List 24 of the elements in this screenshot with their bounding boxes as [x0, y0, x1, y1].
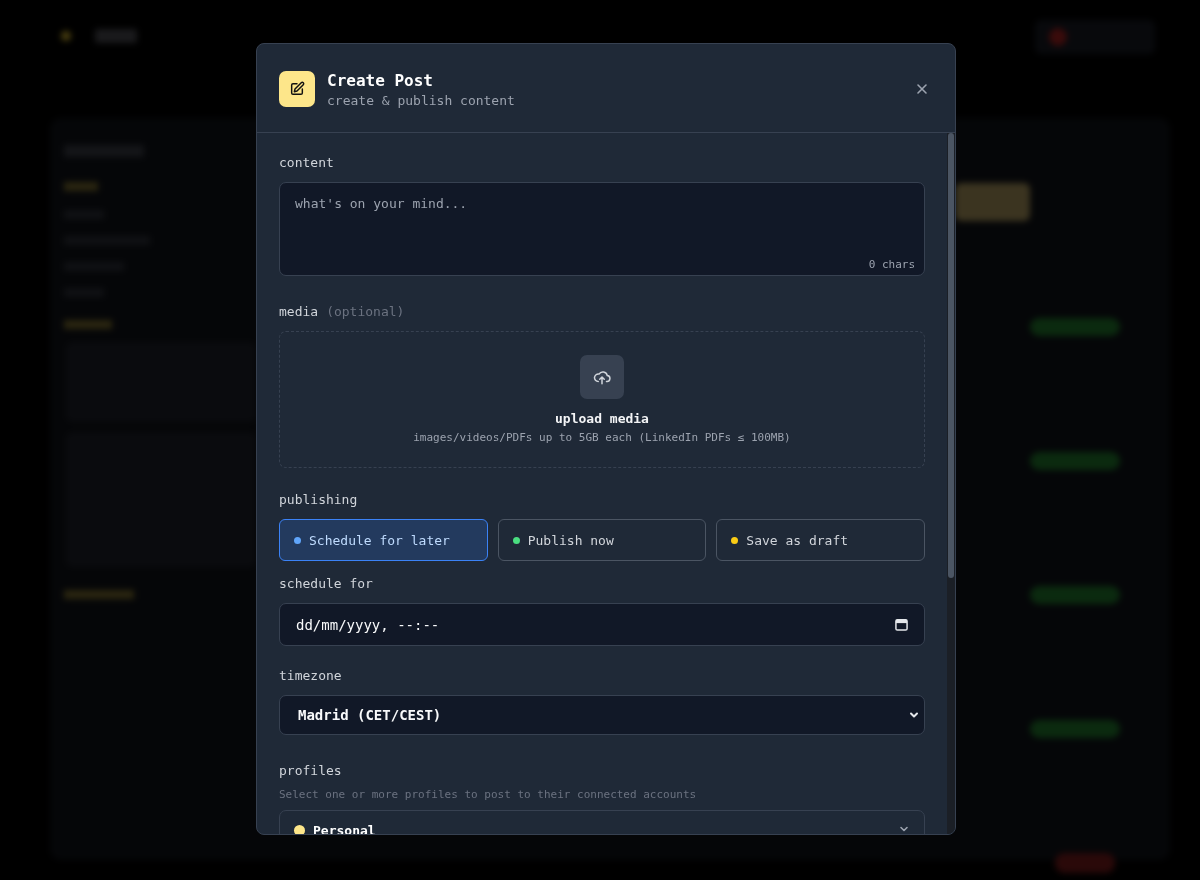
- field-label: profiles: [279, 763, 342, 778]
- field-label: timezone: [279, 668, 342, 683]
- char-counter: 0 chars: [868, 258, 915, 271]
- timezone-select[interactable]: Madrid (CET/CEST): [279, 695, 925, 735]
- upload-dropzone[interactable]: upload media images/videos/PDFs up to 5GB each (LinkedIn PDFs ≤ 100MB): [279, 331, 925, 468]
- field-label: schedule for: [279, 576, 373, 591]
- publishing-option[interactable]: Save as draft: [716, 519, 925, 561]
- cloud-upload-icon: [593, 368, 611, 386]
- upload-title: upload media: [555, 411, 649, 426]
- date-time-field[interactable]: dd/mm/yyyy, --:--: [279, 603, 925, 646]
- scrollbar-thumb[interactable]: [948, 133, 954, 578]
- close-icon: [915, 82, 929, 96]
- publishing-option[interactable]: Publish now: [497, 519, 707, 561]
- optional-hint: (optional): [326, 304, 405, 319]
- modal-subtitle: create & publish content: [327, 92, 516, 108]
- field-label: content: [279, 155, 334, 170]
- publishing-option[interactable]: Schedule for later: [279, 519, 488, 561]
- profiles-hint: Select one or more profiles to post to their connected accounts: [279, 788, 698, 801]
- field-label: media: [279, 304, 319, 319]
- edit-icon: [289, 81, 305, 97]
- modal-title: Create Post: [327, 70, 434, 90]
- upload-note: images/videos/PDFs up to 5GB each (LinkedIn PDFs ≤ 100MB): [413, 431, 791, 444]
- field-label: publishing: [279, 492, 358, 507]
- calendar-icon: [895, 618, 908, 631]
